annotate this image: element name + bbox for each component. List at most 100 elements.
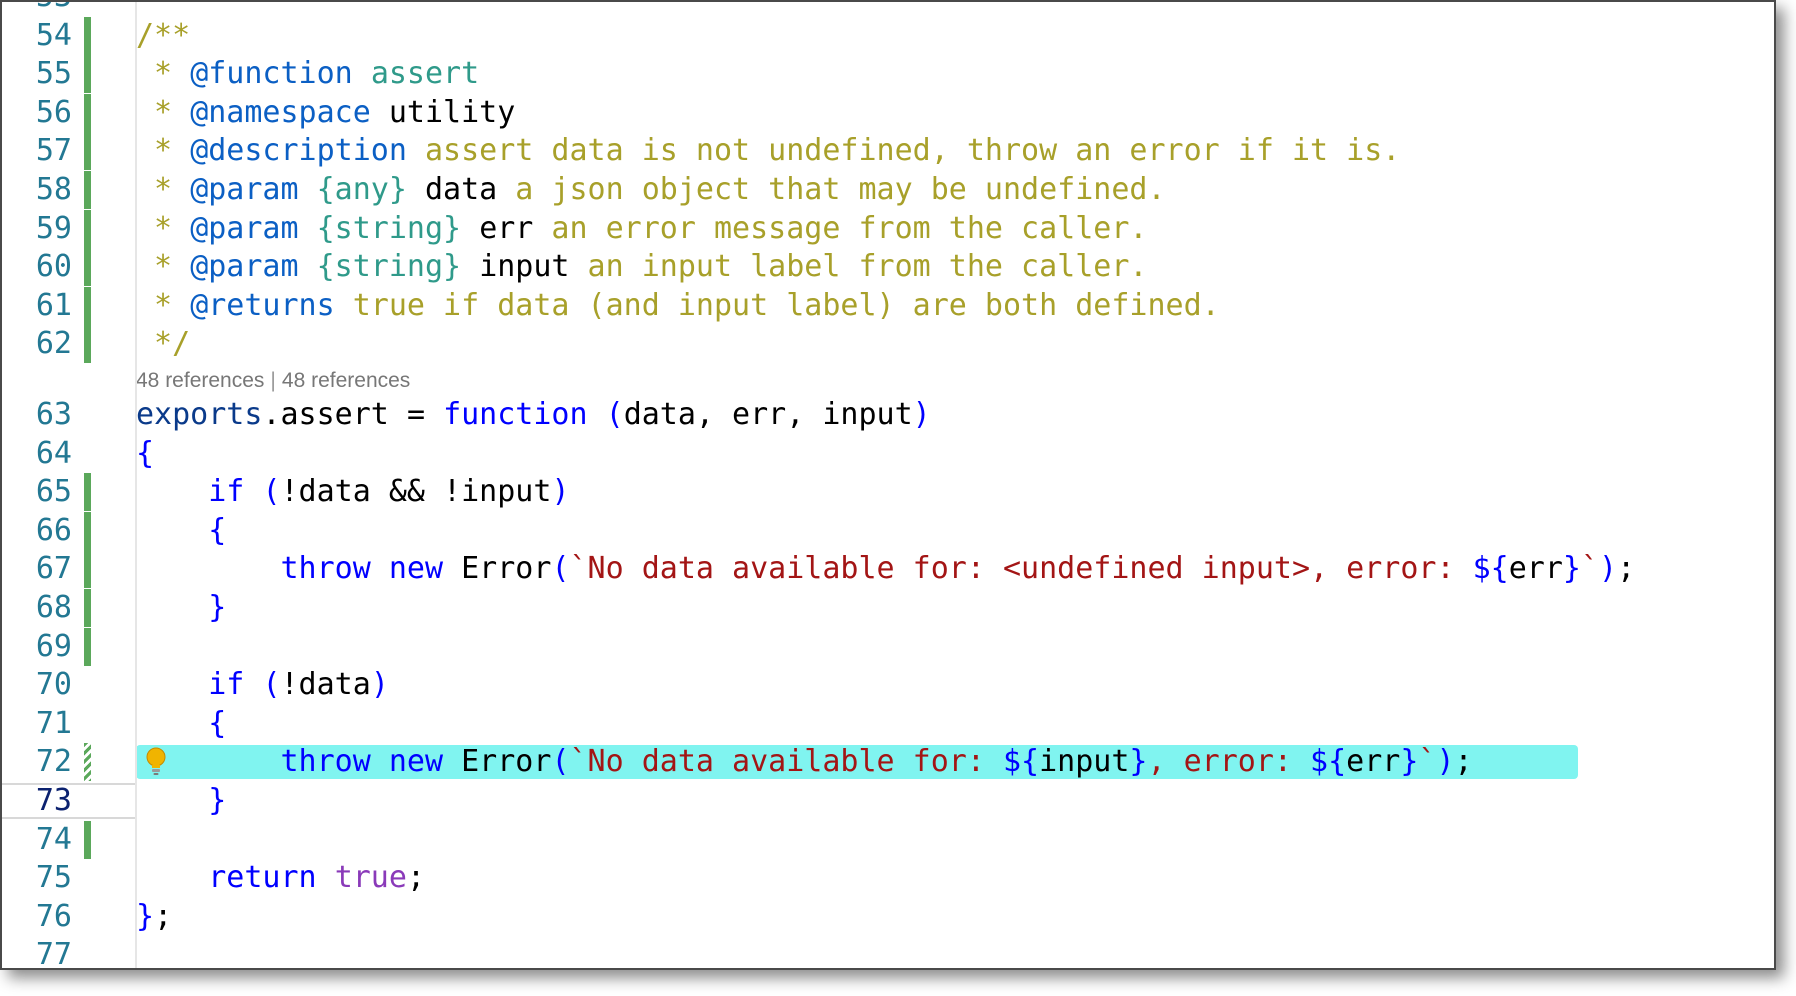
code-line[interactable]: 74 — [2, 820, 1774, 859]
change-marker[interactable] — [84, 209, 91, 248]
code-token: Error — [461, 744, 552, 780]
line-number: 74 — [35, 821, 72, 857]
change-marker[interactable] — [84, 743, 91, 782]
code-token: throw — [280, 744, 371, 780]
code-line[interactable]: 75 return true; — [2, 859, 1774, 897]
code-line[interactable]: 66 { — [2, 511, 1774, 550]
code-text[interactable]: return true; — [136, 859, 425, 897]
code-line[interactable]: 54 /** — [2, 16, 1774, 55]
code-line[interactable]: 72 throw new Error(`No data available fo… — [2, 743, 1774, 782]
code-text[interactable]: } — [136, 589, 226, 627]
code-text[interactable]: */ — [136, 325, 190, 363]
change-marker[interactable] — [84, 820, 91, 859]
code-token: { — [208, 512, 227, 548]
code-line[interactable]: 57 * @description assert data is not und… — [2, 132, 1774, 171]
change-marker[interactable] — [84, 16, 91, 55]
code-token: } — [208, 783, 227, 818]
code-token: { — [136, 435, 155, 471]
code-line[interactable]: 53 — [2, 2, 1774, 16]
code-line[interactable]: 68 } — [2, 589, 1774, 627]
code-text[interactable]: * @param {string} err an error message f… — [136, 210, 1147, 248]
code-text[interactable]: * @param {string} input an input label f… — [136, 248, 1147, 286]
code-line[interactable]: 59 * @param {string} err an error messag… — [2, 209, 1774, 248]
change-marker[interactable] — [84, 325, 91, 364]
code-text[interactable]: if (!data && !input) — [136, 473, 569, 511]
code-token: throw — [280, 551, 371, 587]
code-token: ${ — [1310, 744, 1347, 780]
change-marker[interactable] — [84, 550, 91, 589]
code-line[interactable]: 69 — [2, 627, 1774, 666]
code-token: utility — [388, 94, 516, 130]
code-text[interactable]: }; — [136, 898, 172, 936]
code-text[interactable]: * @returns true if data (and input label… — [136, 287, 1220, 325]
code-token: assert data is not undefined, throw an e… — [406, 133, 1401, 169]
code-line[interactable]: 65 if (!data && !input) — [2, 473, 1774, 512]
code-line[interactable]: 70 if (!data) — [2, 666, 1774, 704]
code-line[interactable]: 73 } — [2, 782, 1774, 820]
code-text[interactable]: } — [136, 782, 226, 820]
code-text[interactable]: { — [136, 705, 226, 743]
change-marker[interactable] — [84, 511, 91, 550]
line-number: 76 — [35, 898, 72, 934]
change-marker[interactable] — [84, 473, 91, 512]
code-text[interactable]: if (!data) — [136, 666, 389, 704]
references-link[interactable]: 48 references — [136, 369, 264, 392]
change-marker[interactable] — [84, 55, 91, 94]
code-editor[interactable]: 5354/**55 * @function assert56 * @namesp… — [0, 0, 1776, 970]
code-text[interactable]: * @description assert data is not undefi… — [136, 132, 1400, 170]
code-line[interactable]: 71 { — [2, 705, 1774, 743]
code-line[interactable]: 62 */ — [2, 325, 1774, 364]
code-text[interactable]: exports.assert = function (data, err, in… — [136, 396, 931, 434]
code-line[interactable]: 58 * @param {any} data a json object tha… — [2, 171, 1774, 209]
code-line[interactable]: 77 — [2, 936, 1774, 970]
code-line[interactable]: 56 * @namespace utility — [2, 93, 1774, 132]
references-link[interactable]: 48 references — [282, 369, 410, 392]
line-number: 55 — [35, 56, 72, 92]
code-token: ( — [605, 397, 624, 432]
change-marker[interactable] — [84, 627, 91, 666]
code-text[interactable]: * @param {any} data a json object that m… — [136, 171, 1165, 209]
code-token: @param — [190, 172, 299, 207]
code-text[interactable]: /** — [136, 17, 190, 55]
code-line[interactable]: 67 throw new Error(`No data available fo… — [2, 550, 1774, 589]
line-number: 59 — [35, 210, 72, 246]
code-token: } — [1562, 551, 1581, 587]
code-line[interactable]: 55 * @function assert — [2, 55, 1774, 94]
code-token: * — [136, 94, 191, 130]
code-token: * — [136, 249, 191, 285]
change-marker[interactable] — [84, 286, 91, 325]
code-token: } — [208, 590, 227, 625]
line-number: 62 — [35, 326, 72, 362]
code-line[interactable]: 61 * @returns true if data (and input la… — [2, 286, 1774, 325]
line-number: 77 — [35, 937, 72, 970]
code-text[interactable]: throw new Error(`No data available for: … — [136, 743, 1473, 781]
code-text[interactable]: throw new Error(`No data available for: … — [136, 550, 1636, 588]
code-token: @namespace — [190, 94, 371, 130]
code-text[interactable]: { — [136, 512, 226, 550]
code-text[interactable]: * @namespace utility — [136, 94, 515, 132]
code-text[interactable]: { — [136, 435, 154, 473]
code-line[interactable]: 76}; — [2, 898, 1774, 936]
change-marker[interactable] — [84, 248, 91, 287]
code-token: err — [1346, 744, 1401, 780]
code-line[interactable]: 60 * @param {string} input an input labe… — [2, 248, 1774, 287]
code-line[interactable]: 63 exports.assert = function (data, err, … — [2, 396, 1774, 434]
change-marker[interactable] — [84, 132, 91, 171]
line-number: 56 — [35, 94, 72, 130]
change-marker[interactable] — [84, 93, 91, 132]
code-token: } — [1129, 744, 1148, 780]
change-marker[interactable] — [84, 171, 91, 209]
code-text[interactable]: * @function assert — [136, 55, 479, 93]
change-marker[interactable] — [84, 589, 91, 627]
code-token: @param — [190, 249, 299, 285]
lightbulb-icon[interactable] — [144, 746, 168, 778]
code-line[interactable]: 64 { — [2, 435, 1774, 473]
